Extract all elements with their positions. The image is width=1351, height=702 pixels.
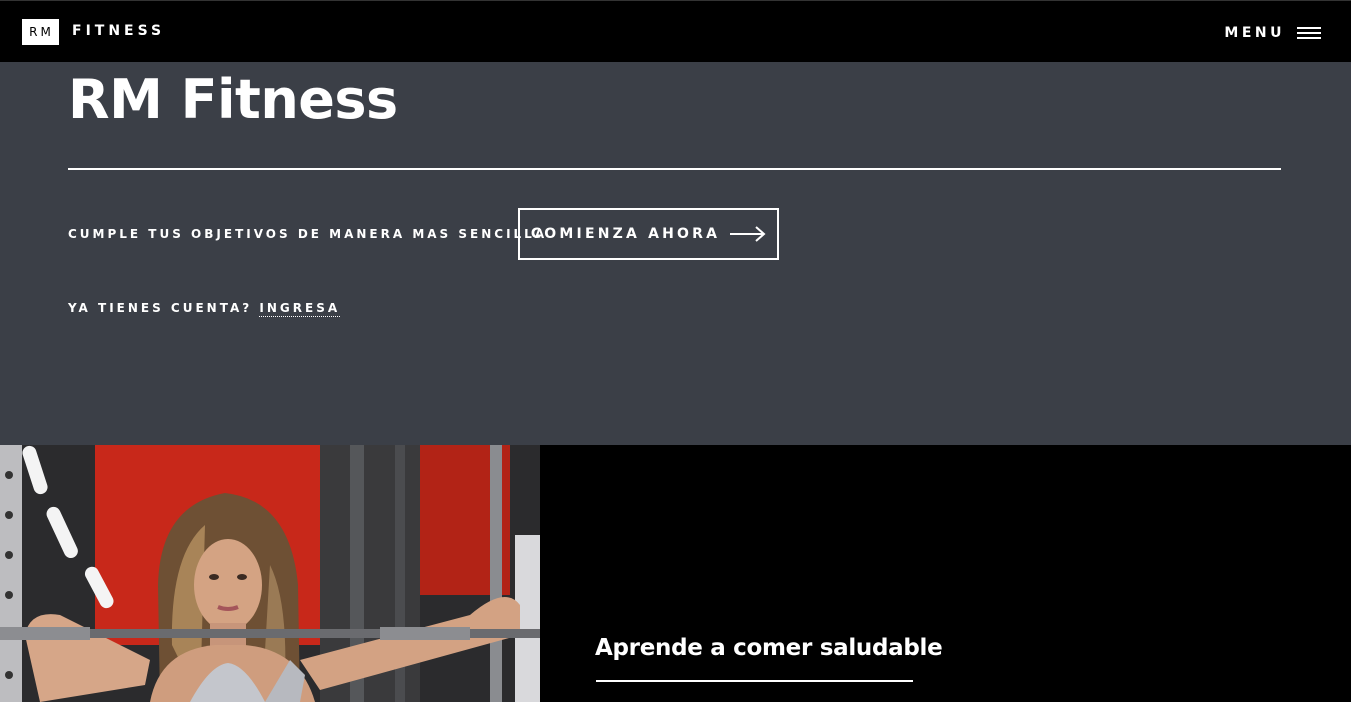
- gym-woman-photo: [0, 445, 540, 702]
- top-navigation-bar: RM FITNESS MENU: [0, 0, 1351, 62]
- get-started-label: COMIENZA AHORA: [530, 226, 721, 242]
- feature-section: Aprende a comer saludable: [0, 445, 1351, 702]
- feature-divider: [596, 680, 913, 682]
- menu-label: MENU: [1224, 25, 1285, 41]
- get-started-button[interactable]: COMIENZA AHORA: [518, 208, 779, 260]
- logo-mark[interactable]: RM: [22, 19, 59, 45]
- logo-text[interactable]: FITNESS: [72, 23, 165, 39]
- account-prompt: YA TIENES CUENTA?: [68, 301, 253, 315]
- login-link[interactable]: INGRESA: [259, 301, 341, 317]
- feature-heading[interactable]: Aprende a comer saludable: [595, 635, 943, 661]
- hero-tagline: CUMPLE TUS OBJETIVOS DE MANERA MAS SENCI…: [68, 227, 548, 241]
- hero-section: RM Fitness CUMPLE TUS OBJETIVOS DE MANER…: [0, 62, 1351, 445]
- page-title: RM Fitness: [68, 68, 398, 131]
- account-prompt-line: YA TIENES CUENTA? INGRESA: [68, 301, 341, 317]
- menu-button[interactable]: MENU: [1224, 21, 1321, 45]
- hamburger-icon: [1297, 27, 1321, 39]
- hero-divider: [68, 168, 1281, 170]
- arrow-right-icon: [730, 226, 766, 242]
